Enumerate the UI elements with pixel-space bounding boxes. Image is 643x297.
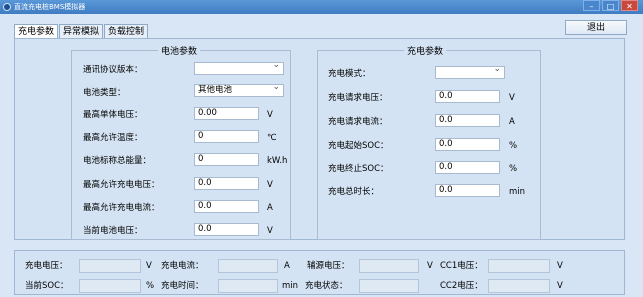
status-aux-voltage-value bbox=[359, 259, 419, 273]
status-cc2-voltage-unit: V bbox=[557, 281, 563, 291]
battery-voltage-label: 当前电池电压： bbox=[83, 226, 143, 236]
request-current-input[interactable]: 0.0 bbox=[435, 114, 500, 127]
status-charge-time-unit: min bbox=[282, 281, 299, 291]
status-current-soc-value bbox=[79, 279, 141, 293]
protocol-version-label: 通讯协议版本： bbox=[83, 65, 143, 75]
max-charge-current-label: 最高允许充电电流： bbox=[83, 203, 160, 213]
status-charge-current-unit: A bbox=[284, 261, 290, 271]
exit-button[interactable]: 退出 bbox=[565, 20, 627, 35]
minimize-button[interactable]: – bbox=[583, 0, 600, 11]
max-cell-voltage-label: 最高单体电压： bbox=[83, 110, 143, 120]
status-charge-current-value bbox=[218, 259, 278, 273]
status-charge-voltage-label: 充电电压： bbox=[25, 261, 68, 271]
status-aux-voltage-unit: V bbox=[427, 261, 433, 271]
status-cc1-voltage-label: CC1电压： bbox=[440, 261, 483, 271]
status-panel: 充电电压： V 充电电流： A 辅源电压： V CC1电压： V 当前SOC： … bbox=[14, 250, 625, 295]
max-charge-current-unit: A bbox=[267, 203, 273, 213]
charge-mode-select[interactable] bbox=[435, 66, 505, 79]
status-current-soc-label: 当前SOC： bbox=[25, 281, 69, 291]
status-charge-voltage-unit: V bbox=[146, 261, 152, 271]
request-voltage-label: 充电请求电压： bbox=[328, 93, 388, 103]
max-temp-label: 最高允许温度： bbox=[83, 133, 143, 143]
max-charge-voltage-label: 最高允许充电电压： bbox=[83, 180, 160, 190]
rated-energy-label: 电池标称总能量： bbox=[83, 156, 152, 166]
status-charge-state-label: 充电状态： bbox=[305, 281, 348, 291]
request-voltage-unit: V bbox=[509, 93, 515, 103]
charge-mode-label: 充电模式： bbox=[328, 69, 371, 79]
battery-voltage-unit: V bbox=[267, 226, 273, 236]
status-current-soc-unit: % bbox=[146, 281, 155, 291]
battery-type-select[interactable]: 其他电池 bbox=[194, 84, 284, 97]
end-soc-input[interactable]: 0.0 bbox=[435, 161, 500, 174]
title-bar: 直流充电桩BMS模拟器 – □ ✕ bbox=[0, 0, 643, 14]
max-charge-current-input[interactable]: 0.0 bbox=[194, 200, 259, 213]
tab-fault-sim[interactable]: 异常模拟 bbox=[59, 24, 104, 39]
app-icon bbox=[3, 3, 11, 11]
start-soc-label: 充电起始SOC： bbox=[328, 141, 389, 151]
total-duration-unit: min bbox=[509, 187, 526, 197]
start-soc-input[interactable]: 0.0 bbox=[435, 138, 500, 151]
max-cell-voltage-unit: V bbox=[267, 110, 273, 120]
charge-params-panel: 电池参数 通讯协议版本： 电池类型： 其他电池 最高单体电压： 0.00 V 最… bbox=[14, 38, 625, 240]
battery-params-title: 电池参数 bbox=[158, 44, 201, 57]
maximize-button[interactable]: □ bbox=[602, 0, 619, 11]
total-duration-label: 充电总时长： bbox=[328, 187, 380, 197]
status-cc2-voltage-value bbox=[488, 279, 550, 293]
total-duration-input[interactable]: 0.0 bbox=[435, 184, 500, 197]
protocol-version-select[interactable] bbox=[194, 62, 284, 75]
charge-params-title: 充电参数 bbox=[404, 44, 447, 57]
end-soc-label: 充电终止SOC： bbox=[328, 164, 389, 174]
status-cc2-voltage-label: CC2电压： bbox=[440, 281, 483, 291]
window-title: 直流充电桩BMS模拟器 bbox=[14, 3, 86, 11]
close-button[interactable]: ✕ bbox=[621, 0, 638, 11]
battery-params-group: 电池参数 通讯协议版本： 电池类型： 其他电池 最高单体电压： 0.00 V 最… bbox=[71, 44, 291, 240]
status-charge-time-value bbox=[218, 279, 278, 293]
status-charge-state-value bbox=[359, 279, 419, 293]
rated-energy-input[interactable]: 0 bbox=[194, 153, 259, 166]
start-soc-unit: % bbox=[509, 141, 518, 151]
request-voltage-input[interactable]: 0.0 bbox=[435, 90, 500, 103]
charge-params-group: 充电参数 充电模式： 充电请求电压： 0.0 V 充电请求电流： 0.0 A 充… bbox=[317, 44, 541, 240]
status-charge-voltage-value bbox=[79, 259, 141, 273]
request-current-label: 充电请求电流： bbox=[328, 117, 388, 127]
battery-type-label: 电池类型： bbox=[83, 88, 126, 98]
battery-voltage-input[interactable]: 0.0 bbox=[194, 223, 259, 236]
end-soc-unit: % bbox=[509, 164, 518, 174]
window-controls: – □ ✕ bbox=[581, 0, 638, 13]
max-temp-unit: ℃ bbox=[267, 133, 277, 143]
status-aux-voltage-label: 辅源电压： bbox=[307, 261, 350, 271]
status-cc1-voltage-unit: V bbox=[557, 261, 563, 271]
status-charge-time-label: 充电时间： bbox=[161, 281, 204, 291]
status-charge-current-label: 充电电流： bbox=[161, 261, 204, 271]
status-cc1-voltage-value bbox=[488, 259, 550, 273]
request-current-unit: A bbox=[509, 117, 515, 127]
max-temp-input[interactable]: 0 bbox=[194, 130, 259, 143]
rated-energy-unit: kW.h bbox=[267, 156, 288, 166]
max-cell-voltage-input[interactable]: 0.00 bbox=[194, 107, 259, 120]
max-charge-voltage-input[interactable]: 0.0 bbox=[194, 177, 259, 190]
max-charge-voltage-unit: V bbox=[267, 180, 273, 190]
tab-load-control[interactable]: 负载控制 bbox=[104, 24, 149, 39]
